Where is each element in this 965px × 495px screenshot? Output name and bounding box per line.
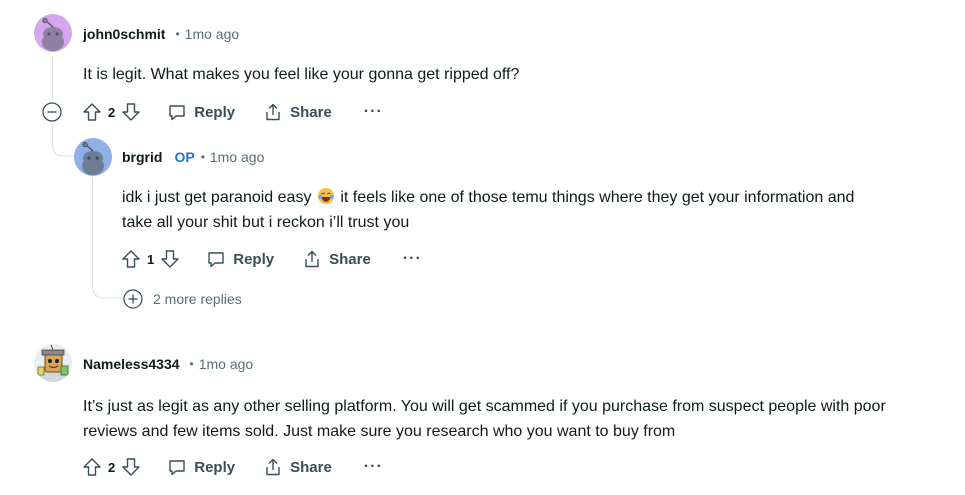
- comment-text-line: take all your shit but i reckon i’ll tru…: [122, 214, 410, 231]
- comment-username[interactable]: brgrid: [122, 149, 162, 165]
- thread-line-1: [52, 56, 53, 100]
- comment-text-part: it feels like one of those temu things w…: [335, 189, 855, 206]
- vote-count: 2: [108, 104, 116, 120]
- comment-timestamp[interactable]: 1mo ago: [210, 149, 264, 165]
- more-options-button[interactable]: ···: [364, 103, 383, 121]
- comment-text-part: idk i just get paranoid easy: [122, 189, 316, 206]
- comment-timestamp[interactable]: 1mo ago: [199, 356, 253, 372]
- op-badge: OP: [174, 149, 195, 165]
- upvote-icon[interactable]: [82, 102, 102, 122]
- comment-actions: 2 Reply Share ···: [82, 98, 383, 126]
- thread-line-2: [92, 178, 93, 286]
- avatar[interactable]: [34, 14, 72, 52]
- share-icon: [266, 458, 280, 476]
- avatar[interactable]: [34, 344, 72, 382]
- separator-dot: •: [175, 27, 180, 41]
- comment-username[interactable]: john0schmit: [83, 26, 165, 42]
- reply-icon: [169, 105, 185, 121]
- vote-count: 1: [147, 251, 155, 267]
- laughing-emoji-icon: [317, 187, 334, 205]
- reply-icon: [208, 252, 224, 268]
- share-icon: [266, 103, 280, 121]
- reply-label: Reply: [194, 103, 236, 121]
- more-replies-button[interactable]: 2 more replies: [123, 289, 242, 309]
- upvote-icon[interactable]: [82, 457, 102, 477]
- separator-dot: •: [189, 357, 194, 371]
- snoo-icon: [82, 141, 104, 175]
- share-button[interactable]: Share: [302, 249, 371, 269]
- reply-label: Reply: [194, 458, 236, 476]
- comment-timestamp[interactable]: 1mo ago: [185, 26, 239, 42]
- upvote-icon[interactable]: [121, 249, 141, 269]
- more-replies-label: 2 more replies: [153, 291, 242, 307]
- vote-count: 2: [108, 459, 116, 475]
- comment-body: idk i just get paranoid easy it feels li…: [122, 185, 962, 235]
- downvote-icon[interactable]: [160, 249, 180, 269]
- share-icon: [305, 250, 319, 268]
- snoo-icon: [42, 17, 64, 51]
- comment-text-line: reviews and few items sold. Just make su…: [83, 423, 676, 440]
- reply-button[interactable]: Reply: [206, 249, 274, 269]
- vote-group: 1: [121, 249, 180, 269]
- reply-label: Reply: [233, 250, 275, 268]
- vote-group: 2: [82, 102, 141, 122]
- reply-button[interactable]: Reply: [167, 457, 235, 477]
- share-button[interactable]: Share: [263, 457, 332, 477]
- more-options-button[interactable]: ···: [364, 458, 383, 476]
- comment-actions: 1 Reply Share ···: [121, 245, 422, 273]
- avatar[interactable]: [74, 138, 112, 176]
- share-button[interactable]: Share: [263, 102, 332, 122]
- expand-plus-icon: [123, 289, 143, 309]
- comment-body: It is legit. What makes you feel like yo…: [83, 66, 520, 83]
- downvote-icon[interactable]: [121, 457, 141, 477]
- thread-branch: [52, 132, 76, 157]
- comment-text-line: It’s just as legit as any other selling …: [83, 398, 886, 415]
- collapse-button[interactable]: [42, 102, 62, 122]
- share-label: Share: [329, 250, 371, 268]
- comment-body: It’s just as legit as any other selling …: [83, 394, 963, 444]
- downvote-icon[interactable]: [121, 102, 141, 122]
- collapse-minus-icon: [42, 102, 62, 122]
- share-label: Share: [290, 103, 332, 121]
- vote-group: 2: [82, 457, 141, 477]
- more-options-button[interactable]: ···: [403, 250, 422, 268]
- custom-avatar-icon: [34, 344, 72, 382]
- reply-button[interactable]: Reply: [167, 102, 235, 122]
- comment-actions: 2 Reply Share ···: [82, 453, 383, 481]
- separator-dot: •: [200, 150, 205, 164]
- share-label: Share: [290, 458, 332, 476]
- reply-icon: [169, 460, 185, 476]
- comment-username[interactable]: Nameless4334: [83, 356, 180, 372]
